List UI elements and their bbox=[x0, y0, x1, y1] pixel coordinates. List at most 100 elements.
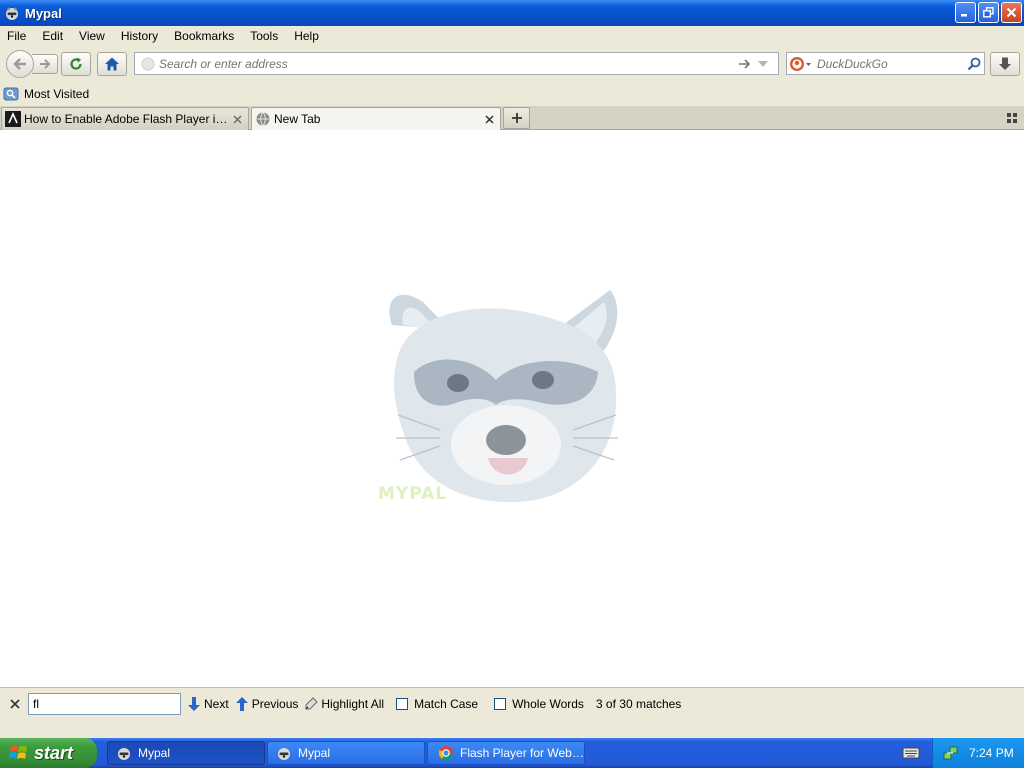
close-icon bbox=[1006, 7, 1017, 18]
menu-bar: File Edit View History Bookmarks Tools H… bbox=[0, 26, 1024, 46]
highlight-all-label: Highlight All bbox=[321, 696, 385, 711]
search-go-button[interactable] bbox=[964, 57, 984, 71]
forward-button[interactable] bbox=[32, 54, 58, 74]
find-close-button[interactable] bbox=[8, 697, 22, 711]
bookmark-most-visited[interactable]: Most Visited bbox=[24, 87, 89, 101]
close-icon bbox=[10, 698, 20, 709]
chrome-icon bbox=[438, 746, 453, 761]
task-label: Mypal bbox=[138, 746, 171, 760]
reload-icon bbox=[70, 57, 82, 70]
new-tab-button[interactable] bbox=[503, 107, 530, 129]
system-tray: 7:24 PM bbox=[932, 738, 1024, 768]
raccoon-app-icon bbox=[6, 7, 18, 20]
highlight-all-button[interactable]: Highlight All bbox=[304, 696, 384, 712]
taskbar-item-chrome[interactable]: Flash Player for Web ... bbox=[427, 741, 585, 765]
search-bar[interactable] bbox=[786, 52, 985, 75]
tab-flash-article[interactable]: How to Enable Adobe Flash Player in Goo.… bbox=[1, 107, 249, 130]
find-next-button[interactable]: Next bbox=[187, 696, 229, 712]
grid-icon bbox=[1007, 113, 1017, 123]
back-forward-group bbox=[6, 50, 58, 78]
raccoon-icon bbox=[118, 748, 130, 760]
menu-tools[interactable]: Tools bbox=[242, 29, 286, 43]
search-input[interactable] bbox=[815, 55, 964, 72]
forward-arrow-icon bbox=[39, 59, 50, 69]
download-icon bbox=[999, 57, 1011, 70]
match-case-label: Match Case bbox=[414, 696, 479, 711]
bookmark-folder-icon bbox=[3, 87, 19, 101]
restore-button[interactable] bbox=[978, 2, 999, 23]
close-icon bbox=[233, 115, 241, 123]
duckduckgo-icon bbox=[790, 56, 811, 71]
home-button[interactable] bbox=[97, 52, 127, 76]
title-bar: Mypal bbox=[0, 0, 1024, 26]
keyboard-icon[interactable] bbox=[902, 746, 920, 760]
menu-file[interactable]: File bbox=[0, 29, 34, 43]
window-controls bbox=[955, 2, 1022, 23]
menu-edit[interactable]: Edit bbox=[34, 29, 71, 43]
tab-close-button[interactable] bbox=[481, 111, 497, 127]
identity-globe-icon bbox=[141, 57, 155, 70]
page-content: MYPAL bbox=[0, 130, 1024, 687]
back-button[interactable] bbox=[6, 50, 34, 78]
find-previous-label: Previous bbox=[251, 696, 299, 711]
downloads-button[interactable] bbox=[990, 52, 1020, 76]
task-label: Flash Player for Web ... bbox=[460, 746, 584, 760]
restore-icon bbox=[983, 7, 994, 18]
highlighter-icon bbox=[304, 696, 319, 712]
dropdown-icon bbox=[758, 60, 768, 67]
tab-new-tab[interactable]: New Tab bbox=[251, 107, 501, 130]
mypal-watermark: MYPAL bbox=[378, 484, 448, 504]
find-bar: Next Previous Highlight All Match Case W… bbox=[0, 687, 1024, 719]
menu-bookmarks[interactable]: Bookmarks bbox=[166, 29, 242, 43]
plus-icon bbox=[511, 113, 522, 123]
minimize-button[interactable] bbox=[955, 2, 976, 23]
url-bar[interactable] bbox=[134, 52, 779, 75]
navigation-toolbar bbox=[0, 46, 1024, 82]
go-button[interactable] bbox=[736, 55, 754, 73]
find-previous-button[interactable]: Previous bbox=[235, 696, 299, 712]
arrow-up-icon bbox=[235, 696, 249, 712]
close-button[interactable] bbox=[1001, 2, 1022, 23]
taskbar: start Mypal Mypal Flash Player for Web .… bbox=[0, 738, 1024, 768]
menu-view[interactable]: View bbox=[71, 29, 113, 43]
search-icon bbox=[967, 57, 981, 70]
menu-history[interactable]: History bbox=[113, 29, 166, 43]
close-icon bbox=[484, 114, 494, 124]
clock[interactable]: 7:24 PM bbox=[969, 746, 1014, 760]
network-icon[interactable] bbox=[943, 745, 959, 761]
minimize-icon bbox=[961, 14, 967, 17]
task-label: Mypal bbox=[298, 746, 331, 760]
taskbar-item-mypal[interactable]: Mypal bbox=[267, 741, 425, 765]
find-next-label: Next bbox=[204, 696, 229, 711]
reload-button[interactable] bbox=[61, 52, 91, 76]
bookmarks-toolbar: Most Visited bbox=[0, 82, 1024, 106]
find-input-box[interactable] bbox=[28, 692, 181, 715]
url-input[interactable] bbox=[155, 55, 736, 72]
search-engine-button[interactable] bbox=[787, 56, 815, 72]
go-arrow-icon bbox=[739, 58, 751, 69]
raccoon-mascot-logo bbox=[389, 290, 618, 503]
taskbar-item-mypal-active[interactable]: Mypal bbox=[107, 741, 265, 765]
match-case-checkbox[interactable]: Match Case bbox=[396, 697, 478, 711]
find-status: 3 of 30 matches bbox=[595, 696, 682, 711]
tab-label: New Tab bbox=[274, 112, 321, 126]
back-arrow-icon bbox=[13, 58, 26, 70]
match-case-box[interactable] bbox=[396, 697, 409, 710]
site-favicon-icon bbox=[5, 111, 21, 127]
find-input[interactable] bbox=[29, 695, 180, 712]
globe-icon bbox=[256, 112, 270, 126]
url-history-dropdown[interactable] bbox=[754, 55, 772, 73]
tab-bar: How to Enable Adobe Flash Player in Goo.… bbox=[0, 106, 1024, 130]
tab-label: How to Enable Adobe Flash Player in Goo.… bbox=[24, 112, 229, 126]
status-bar bbox=[0, 719, 1024, 738]
window-title: Mypal bbox=[25, 5, 62, 21]
tab-close-button[interactable] bbox=[229, 111, 245, 127]
start-label: start bbox=[34, 742, 74, 763]
list-all-tabs-button[interactable] bbox=[1004, 110, 1020, 126]
whole-words-label: Whole Words bbox=[512, 696, 584, 711]
windows-logo-icon bbox=[9, 745, 27, 759]
menu-help[interactable]: Help bbox=[286, 29, 327, 43]
whole-words-box[interactable] bbox=[494, 697, 507, 710]
start-button[interactable]: start bbox=[0, 738, 97, 768]
whole-words-checkbox[interactable]: Whole Words bbox=[494, 697, 584, 711]
